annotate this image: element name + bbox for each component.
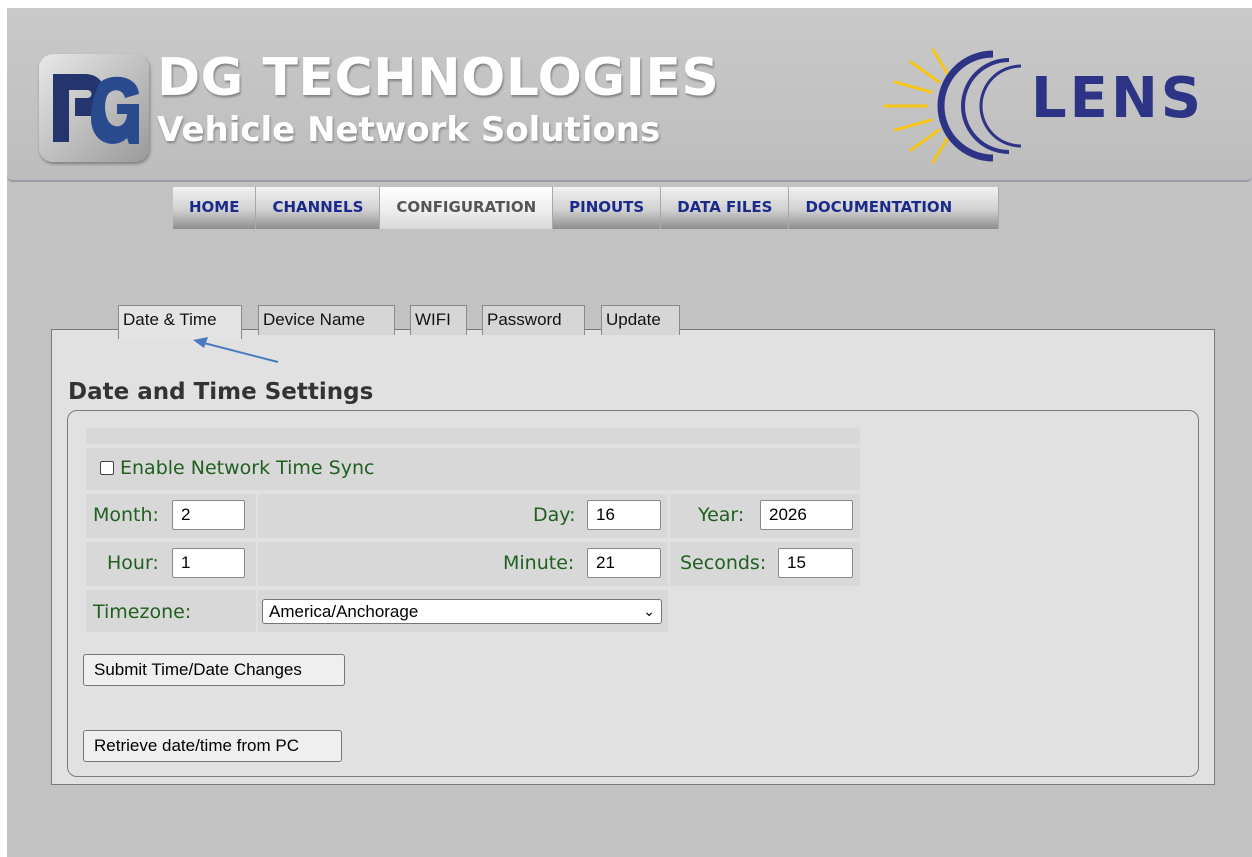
nav-pinouts[interactable]: PINOUTS — [553, 187, 662, 229]
nav-data-files[interactable]: DATA FILES — [661, 187, 790, 229]
month-label: Month: — [93, 504, 159, 526]
timezone-select[interactable]: America/Anchorage ⌄ — [262, 599, 662, 624]
minute-label: Minute: — [503, 552, 575, 574]
ntp-checkbox[interactable] — [100, 461, 114, 475]
chevron-down-icon: ⌄ — [643, 603, 655, 619]
minute-input[interactable]: 21 — [587, 548, 661, 578]
nav-documentation[interactable]: DOCUMENTATION — [789, 187, 1000, 229]
tab-update[interactable]: Update — [601, 305, 680, 335]
nav-configuration[interactable]: CONFIGURATION — [380, 187, 554, 229]
tab-password[interactable]: Password — [482, 305, 585, 335]
hour-label: Hour: — [107, 552, 159, 574]
retrieve-from-pc-button[interactable]: Retrieve date/time from PC — [83, 730, 342, 762]
month-input[interactable]: 2 — [172, 500, 245, 530]
timezone-selected-value: America/Anchorage — [269, 602, 419, 621]
timezone-label: Timezone: — [93, 601, 192, 623]
seconds-label: Seconds: — [680, 552, 767, 574]
tab-wifi[interactable]: WIFI — [410, 305, 467, 335]
year-label: Year: — [698, 504, 745, 526]
form-row — [86, 428, 860, 444]
lens-logo-text: LENS — [1031, 66, 1205, 131]
hour-input[interactable]: 1 — [172, 548, 245, 578]
page-title: Date and Time Settings — [68, 379, 374, 405]
seconds-input[interactable]: 15 — [778, 548, 853, 578]
year-input[interactable]: 2026 — [760, 500, 853, 530]
day-input[interactable]: 16 — [587, 500, 661, 530]
ntp-label: Enable Network Time Sync — [120, 457, 375, 479]
submit-time-date-button[interactable]: Submit Time/Date Changes — [83, 654, 345, 686]
day-label: Day: — [533, 504, 576, 526]
annotation-arrow-icon — [193, 337, 279, 363]
